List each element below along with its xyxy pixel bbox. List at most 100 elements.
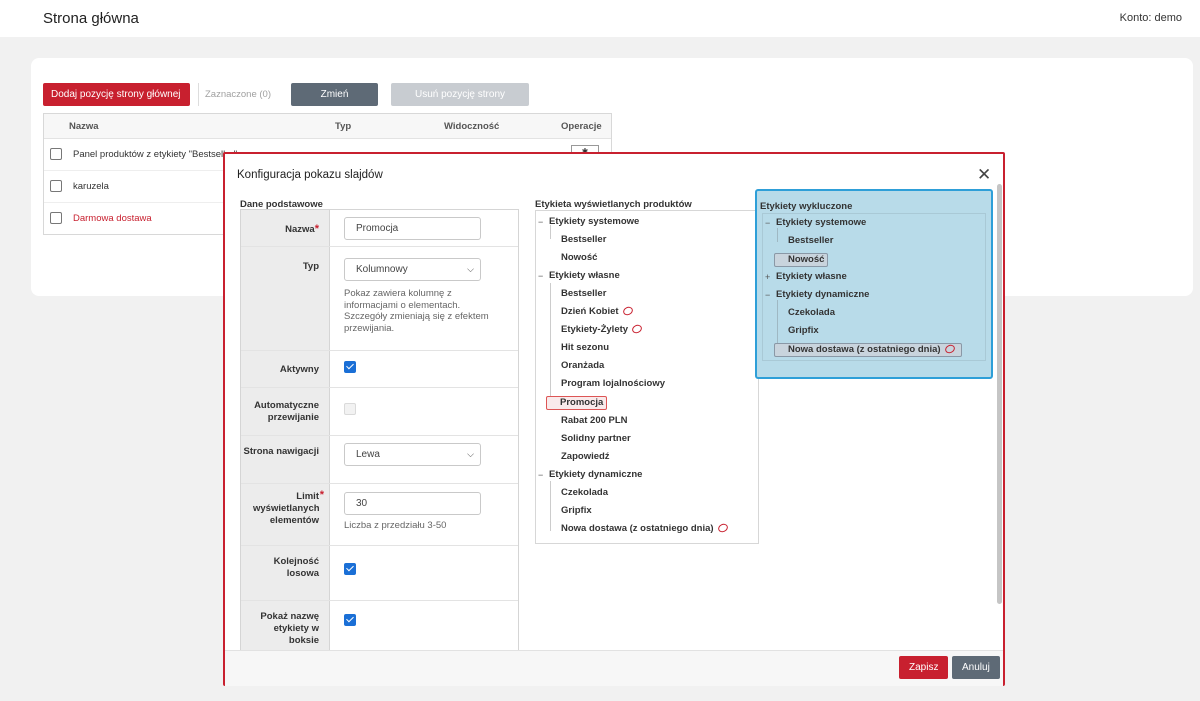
displayed-labels-tree: − Etykiety systemowe Bestseller Nowość −… bbox=[535, 210, 759, 544]
collapse-icon[interactable]: − bbox=[765, 217, 770, 229]
form-row-name: Nazwa* Promocja bbox=[241, 210, 518, 247]
form-row-limit: Limit wyświetlanych elementów * 30 Liczba… bbox=[241, 484, 518, 546]
collapse-icon[interactable]: − bbox=[538, 270, 543, 282]
tree-item[interactable]: Gripfix bbox=[788, 325, 819, 337]
modal-scrollbar[interactable] bbox=[997, 184, 1002, 604]
table-header: Nazwa Typ Widoczność Operacje bbox=[44, 114, 611, 139]
required-mark: * bbox=[314, 223, 319, 235]
tree-item[interactable]: Bestseller bbox=[788, 235, 833, 247]
excluded-labels-panel: Etykiety wykluczone − Etykiety systemowe… bbox=[755, 189, 993, 379]
limit-help-text: Liczba z przedziału 3-50 bbox=[344, 520, 447, 531]
type-label: Typ bbox=[302, 261, 319, 272]
tree-line bbox=[550, 283, 551, 409]
tree-group-own[interactable]: Etykiety własne bbox=[776, 271, 847, 283]
reorder-button[interactable]: Zmień kolejność bbox=[291, 83, 378, 123]
form-row-autoscroll: Automatyczne przewijanie bbox=[241, 388, 518, 436]
show-label-name-checkbox[interactable] bbox=[344, 614, 356, 626]
row-checkbox[interactable] bbox=[50, 212, 62, 224]
collapse-icon[interactable]: − bbox=[765, 289, 770, 301]
account-label[interactable]: Konto: demo bbox=[1120, 12, 1182, 24]
autoscroll-label: Automatyczne przewijanie bbox=[254, 400, 319, 423]
limit-input[interactable]: 30 bbox=[344, 492, 481, 515]
chevron-down-icon: ⌵ bbox=[467, 449, 474, 459]
tree-group-dynamic[interactable]: Etykiety dynamiczne bbox=[549, 469, 642, 481]
autoscroll-checkbox[interactable] bbox=[344, 403, 356, 415]
column-visibility[interactable]: Widoczność bbox=[444, 121, 499, 132]
type-select[interactable]: Kolumnowy ⌵ bbox=[344, 258, 481, 281]
tree-item[interactable]: Zapowiedź bbox=[561, 451, 610, 463]
row-checkbox[interactable] bbox=[50, 148, 62, 160]
tree-item[interactable]: Etykiety-Żylety bbox=[561, 323, 644, 336]
save-button[interactable]: Zapisz bbox=[899, 656, 949, 679]
tree-line bbox=[777, 228, 778, 242]
tree-item-label: Etykiety-Żylety bbox=[561, 324, 629, 335]
tree-item[interactable]: Bestseller bbox=[561, 234, 606, 246]
navigation-label: Strona nawigacji bbox=[243, 446, 320, 457]
form-row-show-label-name: Pokaż nazwę etykiety w boksie bbox=[241, 601, 518, 650]
tree-group-own[interactable]: Etykiety własne bbox=[549, 270, 620, 282]
tree-item[interactable]: Program lojalnościowy bbox=[561, 378, 665, 390]
slideshow-config-modal: Konfiguracja pokazu slajdów ✕ Dane podst… bbox=[223, 152, 1005, 686]
column-name[interactable]: Nazwa bbox=[69, 121, 99, 132]
random-order-label: Kolejność losowa bbox=[273, 556, 319, 579]
row-checkbox[interactable] bbox=[50, 180, 62, 192]
tree-item[interactable]: Solidny partner bbox=[561, 433, 631, 445]
add-button-label: Dodaj pozycję strony głównej bbox=[51, 89, 181, 100]
form-row-type: Typ Kolumnowy ⌵ Pokaz zawiera kolumnę z … bbox=[241, 247, 518, 351]
tree-group-dynamic[interactable]: Etykiety dynamiczne bbox=[776, 289, 869, 301]
tree-item[interactable]: Hit sezonu bbox=[561, 342, 609, 354]
basic-data-form: Nazwa* Promocja Typ Kolumnowy ⌵ Pokaz za… bbox=[240, 209, 519, 650]
tree-item[interactable]: Czekolada bbox=[561, 487, 608, 499]
form-row-random: Kolejność losowa bbox=[241, 546, 518, 601]
chevron-down-icon: ⌵ bbox=[467, 264, 474, 274]
tree-group-system[interactable]: Etykiety systemowe bbox=[776, 217, 866, 229]
cancel-button[interactable]: Anuluj bbox=[952, 656, 1000, 679]
page-title: Strona główna bbox=[43, 10, 139, 27]
show-label-name-label: Pokaż nazwę etykiety w boksie bbox=[260, 611, 319, 646]
tag-icon bbox=[716, 522, 729, 534]
limit-label: Limit wyświetlanych elementów * bbox=[253, 489, 324, 527]
close-icon[interactable]: ✕ bbox=[977, 166, 991, 183]
tag-icon bbox=[630, 323, 644, 335]
active-checkbox[interactable] bbox=[344, 361, 356, 373]
column-type[interactable]: Typ bbox=[335, 121, 351, 132]
collapse-icon[interactable]: − bbox=[538, 216, 543, 228]
type-help-text: Pokaz zawiera kolumnę z informacjami o e… bbox=[344, 288, 489, 334]
excluded-labels-title: Etykiety wykluczone bbox=[760, 201, 853, 212]
random-order-checkbox[interactable] bbox=[344, 563, 356, 575]
active-label: Aktywny bbox=[279, 364, 319, 375]
tree-item-selected[interactable]: Nowa dostawa (z ostatniego dnia) bbox=[774, 343, 962, 357]
name-input[interactable]: Promocja bbox=[344, 217, 481, 240]
expand-icon[interactable]: + bbox=[765, 271, 770, 283]
top-bar: Strona główna Konto: demo bbox=[0, 0, 1200, 37]
tree-item[interactable]: Gripfix bbox=[561, 505, 592, 517]
tree-item[interactable]: Nowa dostawa (z ostatniego dnia) bbox=[561, 522, 729, 535]
row-name[interactable]: Panel produktów z etykiety "Bestseller" bbox=[73, 149, 237, 160]
form-row-navigation: Strona nawigacji Lewa ⌵ bbox=[241, 436, 518, 484]
displayed-labels-title: Etykieta wyświetlanych produktów bbox=[535, 199, 692, 210]
tree-item-label: Dzień Kobiet bbox=[561, 306, 619, 317]
tree-item[interactable]: Oranżada bbox=[561, 360, 604, 372]
tree-item[interactable]: Bestseller bbox=[561, 288, 606, 300]
navigation-select-value: Lewa bbox=[356, 449, 380, 460]
tree-line bbox=[550, 481, 551, 531]
tree-group-system[interactable]: Etykiety systemowe bbox=[549, 216, 639, 228]
tree-item-label: Nowa dostawa (z ostatniego dnia) bbox=[561, 523, 714, 534]
collapse-icon[interactable]: − bbox=[538, 469, 543, 481]
tree-item-selected[interactable]: Promocja bbox=[546, 396, 608, 410]
tree-item[interactable]: Dzień Kobiet bbox=[561, 305, 634, 318]
modal-footer: Zapisz Anuluj bbox=[225, 650, 1003, 686]
add-homepage-item-button[interactable]: Dodaj pozycję strony głównej ⌄ bbox=[43, 83, 190, 121]
required-mark: * bbox=[319, 489, 324, 501]
tree-item[interactable]: Czekolada bbox=[788, 307, 835, 319]
modal-title: Konfiguracja pokazu slajdów bbox=[237, 169, 383, 181]
tree-item[interactable]: Nowość bbox=[561, 252, 597, 264]
row-name[interactable]: karuzela bbox=[73, 181, 109, 192]
tree-item[interactable]: Rabat 200 PLN bbox=[561, 415, 628, 427]
delete-homepage-item-button[interactable]: Usuń pozycję strony głównej bbox=[391, 83, 529, 123]
row-name[interactable]: Darmowa dostawa bbox=[73, 213, 152, 224]
limit-label-text: Limit wyświetlanych elementów bbox=[253, 491, 320, 526]
tree-item-selected[interactable]: Nowość bbox=[774, 253, 829, 267]
navigation-select[interactable]: Lewa ⌵ bbox=[344, 443, 481, 466]
form-row-active: Aktywny bbox=[241, 351, 518, 388]
